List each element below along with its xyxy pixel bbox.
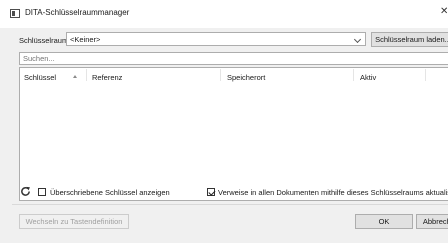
column-divider[interactable] <box>353 69 354 81</box>
show-overwritten-checkbox[interactable] <box>38 188 46 196</box>
load-keyspace-button[interactable]: Schlüsselraum laden... <box>371 32 448 47</box>
app-window-icon <box>10 9 20 18</box>
keyspace-label: Schlüsselraum: <box>19 36 71 45</box>
column-divider[interactable] <box>425 69 426 81</box>
close-icon[interactable]: ✕ <box>440 6 448 17</box>
search-input[interactable] <box>19 52 448 65</box>
refer-keys-label[interactable]: Verweise in allen Dokumenten mithilfe di… <box>218 188 448 197</box>
column-divider[interactable] <box>86 69 87 81</box>
dialog-body: Schlüsselraum: <Keiner> Schlüsselraum la… <box>0 28 448 243</box>
sort-ascending-icon <box>73 75 77 78</box>
keyspace-dropdown[interactable]: <Keiner> <box>66 32 366 46</box>
window-title: DITA-Schlüsselraummanager <box>25 8 130 17</box>
column-header-reference[interactable]: Referenz <box>92 73 122 82</box>
checkmark-icon <box>207 188 215 195</box>
keys-table[interactable]: Schlüssel Referenz Speicherort Aktiv <box>19 67 448 201</box>
title-bar: DITA-Schlüsselraummanager ✕ <box>0 0 448 28</box>
column-header-active[interactable]: Aktiv <box>360 73 376 82</box>
column-header-location[interactable]: Speicherort <box>227 73 265 82</box>
footer-divider <box>12 204 448 205</box>
refresh-icon[interactable] <box>20 186 31 197</box>
ok-button[interactable]: OK <box>355 214 413 229</box>
show-overwritten-label[interactable]: Überschriebene Schlüssel anzeigen <box>50 188 170 197</box>
keyspace-selected-value: <Keiner> <box>70 35 101 44</box>
column-divider[interactable] <box>220 69 221 81</box>
refer-keys-checkbox[interactable] <box>207 188 215 196</box>
chevron-down-icon <box>353 35 362 44</box>
cancel-button[interactable]: Abbrechen <box>416 214 448 229</box>
keyspace-manager-dialog: DITA-Schlüsselraummanager ✕ Schlüsselrau… <box>0 0 448 243</box>
switch-to-key-definition-button[interactable]: Wechseln zu Tastendefinition <box>19 214 129 229</box>
column-header-key[interactable]: Schlüssel <box>24 73 56 82</box>
